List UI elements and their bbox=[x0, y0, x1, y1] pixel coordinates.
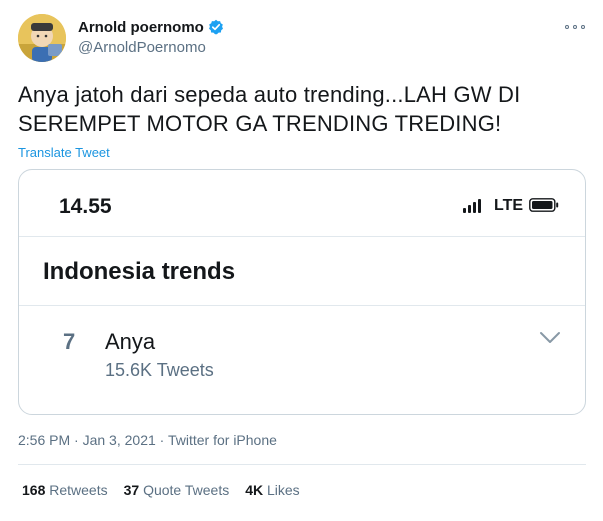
tweet-date[interactable]: Jan 3, 2021 bbox=[83, 432, 156, 448]
attached-image-card[interactable]: 14.55 LTE Indonesia trends 7 Anya 15.6K … bbox=[18, 169, 586, 415]
tweet-source[interactable]: Twitter for iPhone bbox=[168, 432, 277, 448]
battery-icon bbox=[529, 198, 559, 212]
quote-tweets-count: 37 bbox=[123, 482, 140, 498]
tweet-text-line: SEREMPET MOTOR GA TRENDING TREDING! bbox=[18, 111, 502, 136]
phone-status-bar: 14.55 LTE bbox=[19, 170, 585, 237]
verified-badge-icon bbox=[208, 19, 224, 35]
signal-strength-icon bbox=[463, 199, 481, 213]
translate-tweet-link[interactable]: Translate Tweet bbox=[18, 145, 110, 160]
status-time: 14.55 bbox=[59, 195, 112, 218]
author-display-name[interactable]: Arnold poernomo bbox=[78, 19, 204, 36]
likes-count: 4K bbox=[245, 482, 264, 498]
retweets-count: 168 bbox=[22, 482, 46, 498]
quote-tweets-stat[interactable]: 37 Quote Tweets bbox=[124, 482, 230, 498]
author-info: Arnold poernomo @ArnoldPoernomo bbox=[78, 18, 224, 56]
meta-separator: · bbox=[155, 432, 168, 448]
trend-rank: 7 bbox=[63, 329, 76, 354]
tweet: Arnold poernomo @ArnoldPoernomo Anya jat… bbox=[0, 0, 603, 521]
retweets-label: Retweets bbox=[45, 482, 108, 498]
author-name-row: Arnold poernomo bbox=[78, 18, 224, 36]
tweet-time[interactable]: 2:56 PM bbox=[18, 432, 70, 448]
trend-name: Anya bbox=[105, 329, 156, 354]
retweets-stat[interactable]: 168 Retweets bbox=[22, 482, 108, 498]
tweet-text-line: Anya jatoh dari sepeda auto trending...L… bbox=[18, 82, 521, 107]
trend-item: 7 Anya 15.6K Tweets bbox=[19, 307, 585, 414]
engagement-stats: 168 Retweets 37 Quote Tweets 4K Likes bbox=[22, 482, 316, 498]
quote-tweets-label: Quote Tweets bbox=[139, 482, 230, 498]
likes-stat[interactable]: 4K Likes bbox=[245, 482, 299, 498]
avatar[interactable] bbox=[18, 14, 66, 62]
trends-title: Indonesia trends bbox=[43, 258, 236, 285]
meta-separator: · bbox=[70, 432, 83, 448]
avatar-image bbox=[18, 14, 66, 62]
network-label: LTE bbox=[494, 197, 524, 214]
chevron-down-icon bbox=[540, 332, 560, 343]
more-dot bbox=[581, 25, 585, 29]
tweet-metadata: 2:56 PM · Jan 3, 2021 · Twitter for iPho… bbox=[18, 432, 277, 448]
trend-tweet-count: 15.6K Tweets bbox=[105, 360, 214, 380]
tweet-text: Anya jatoh dari sepeda auto trending...L… bbox=[18, 80, 588, 138]
author-handle[interactable]: @ArnoldPoernomo bbox=[78, 39, 224, 56]
more-dot bbox=[565, 25, 569, 29]
more-dot bbox=[573, 25, 577, 29]
divider bbox=[18, 464, 586, 465]
more-dots-icon[interactable] bbox=[565, 20, 585, 34]
likes-label: Likes bbox=[263, 482, 300, 498]
trends-header: Indonesia trends bbox=[19, 237, 585, 306]
